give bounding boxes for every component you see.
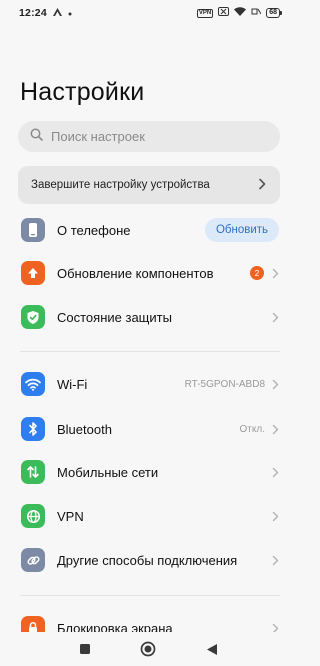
battery-icon: 68 — [266, 8, 282, 18]
settings-item-about-phone[interactable]: О телефоне Обновить — [0, 210, 300, 250]
battery-tip — [280, 11, 282, 15]
status-bar: 12:24 VPN 68 — [0, 0, 300, 26]
update-count-badge: 2 — [250, 266, 264, 280]
section-divider — [20, 351, 280, 352]
back-button[interactable] — [204, 641, 220, 657]
wifi-signal-icon — [234, 7, 247, 19]
status-time: 12:24 — [19, 7, 47, 19]
settings-item-label: О телефоне — [57, 222, 131, 238]
link-icon — [21, 548, 45, 572]
search-icon — [30, 128, 43, 146]
setup-card[interactable]: Завершите настройку устройства — [18, 166, 280, 204]
chevron-right-icon — [270, 509, 280, 523]
phone-icon — [21, 218, 45, 242]
notification-icon — [52, 7, 62, 19]
chevron-right-icon — [270, 377, 280, 391]
status-left: 12:24 — [19, 7, 72, 19]
section-divider — [20, 595, 280, 596]
settings-item-wifi[interactable]: Wi-Fi RT-5GPON-ABD8 — [0, 364, 300, 404]
settings-item-bluetooth[interactable]: Bluetooth Откл. — [0, 409, 300, 449]
chevron-right-icon — [270, 310, 280, 324]
settings-item-label: Мобильные сети — [57, 464, 159, 480]
settings-item-mobile-networks[interactable]: Мобильные сети — [0, 452, 300, 492]
settings-item-label: Состояние защиты — [57, 309, 172, 325]
settings-item-vpn[interactable]: VPN — [0, 496, 300, 536]
vpn-status-icon: VPN — [196, 8, 214, 18]
shield-check-icon — [21, 305, 45, 329]
wifi-network-name: RT-5GPON-ABD8 — [184, 378, 265, 390]
settings-item-security-status[interactable]: Состояние защиты — [0, 297, 300, 337]
battery-level: 68 — [266, 8, 280, 18]
setup-card-label: Завершите настройку устройства — [31, 179, 210, 191]
settings-item-label: Bluetooth — [57, 421, 112, 437]
chevron-right-icon — [258, 178, 266, 193]
chevron-right-icon — [270, 422, 280, 436]
recents-button[interactable] — [77, 641, 93, 657]
home-button[interactable] — [140, 641, 156, 657]
navigation-bar — [0, 632, 300, 666]
settings-item-label: Обновление компонентов — [57, 265, 214, 281]
chevron-right-icon — [270, 465, 280, 479]
settings-item-label: VPN — [57, 508, 84, 524]
wifi-icon — [21, 372, 45, 396]
settings-item-label: Другие способы подключения — [57, 552, 238, 568]
settings-item-label: Wi-Fi — [57, 376, 88, 392]
chevron-right-icon — [270, 553, 280, 567]
bluetooth-icon — [21, 417, 45, 441]
bluetooth-status: Откл. — [239, 423, 265, 435]
chevron-right-icon — [270, 266, 280, 280]
update-button[interactable]: Обновить — [205, 218, 279, 242]
settings-item-component-update[interactable]: Обновление компонентов 2 — [0, 253, 300, 293]
search-input[interactable] — [51, 129, 261, 144]
mute-icon — [251, 7, 262, 19]
arrow-up-icon — [21, 261, 45, 285]
page-title: Настройки — [20, 78, 145, 106]
status-right: VPN 68 — [196, 7, 282, 19]
mobile-data-icon — [21, 460, 45, 484]
search-bar[interactable] — [18, 121, 280, 152]
globe-icon — [21, 504, 45, 528]
settings-item-other-connections[interactable]: Другие способы подключения — [0, 540, 300, 580]
sim-off-icon — [218, 7, 230, 19]
dot-icon — [68, 8, 72, 19]
